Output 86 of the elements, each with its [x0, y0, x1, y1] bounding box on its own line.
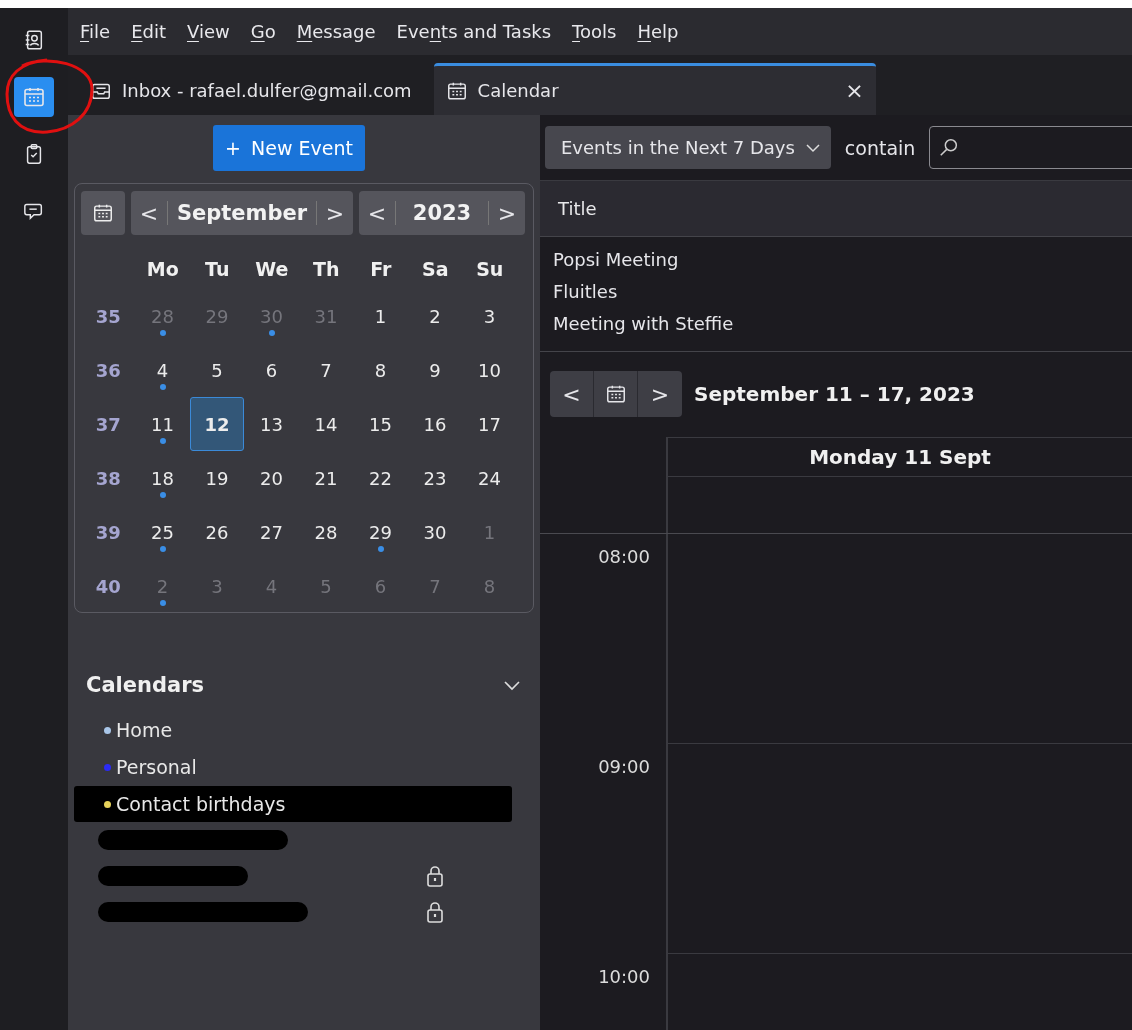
- today-button[interactable]: [81, 191, 125, 235]
- day-cell[interactable]: 7: [299, 343, 353, 397]
- tab[interactable]: Calendar ×: [433, 63, 876, 115]
- day-cell[interactable]: 8: [353, 343, 408, 397]
- hour-label: 10:00: [540, 954, 668, 1030]
- day-cell[interactable]: 14: [299, 397, 353, 451]
- day-cell[interactable]: 5: [190, 343, 244, 397]
- day-cell[interactable]: 30: [408, 505, 462, 559]
- weekday-label: Th: [312, 257, 341, 282]
- column-header[interactable]: Title: [558, 198, 597, 219]
- chevron-icon: [804, 142, 821, 153]
- week-number: 40: [94, 574, 122, 599]
- tab[interactable]: Inbox - rafael.dulfer@gmail.com: [78, 63, 424, 115]
- hour-label: 08:00: [540, 534, 668, 744]
- day-cell[interactable]: 26: [190, 505, 244, 559]
- week-number: 38: [94, 466, 122, 491]
- filter-label: contain: [844, 136, 916, 159]
- menu-item[interactable]: Go: [250, 21, 276, 42]
- weekday-label: Su: [475, 257, 505, 282]
- calendar-list-item[interactable]: Home: [74, 712, 512, 748]
- hour-label: 09:00: [540, 744, 668, 954]
- month-label: September: [167, 201, 317, 225]
- weekday-label: Mo: [145, 257, 180, 282]
- next-year-button[interactable]: >: [489, 191, 525, 235]
- day-cell[interactable]: 18: [135, 451, 190, 505]
- day-column-header: Monday 11 Sept: [668, 437, 1132, 477]
- day-cell[interactable]: 4: [135, 343, 190, 397]
- day-cell[interactable]: 25: [135, 505, 190, 559]
- event-row[interactable]: Meeting with Steffie: [553, 307, 1132, 339]
- week-number: 39: [94, 520, 122, 545]
- menu-item[interactable]: Help: [637, 21, 679, 42]
- next-week-button[interactable]: >: [638, 371, 682, 417]
- event-row[interactable]: Popsi Meeting: [553, 243, 1132, 275]
- menu-item[interactable]: Edit: [131, 21, 166, 42]
- calendar-list-item[interactable]: Contact birthdays: [74, 786, 512, 822]
- day-cell[interactable]: 6: [244, 343, 299, 397]
- day-cell[interactable]: 22: [353, 451, 408, 505]
- day-cell[interactable]: 16: [408, 397, 462, 451]
- menu-item[interactable]: Events and Tasks: [396, 21, 552, 42]
- week-number: 37: [94, 412, 122, 437]
- calendar-icon: [92, 202, 114, 224]
- year-label: 2023: [395, 201, 489, 225]
- day-cell[interactable]: 20: [244, 451, 299, 505]
- day-cell[interactable]: 1: [353, 289, 408, 343]
- day-cell[interactable]: 9: [408, 343, 462, 397]
- event-row[interactable]: Fluitles: [553, 275, 1132, 307]
- day-cell[interactable]: 29: [353, 505, 408, 559]
- menu-item[interactable]: Message: [296, 21, 376, 42]
- date-range-dropdown[interactable]: Events in the Next 7 Days: [545, 126, 831, 169]
- day-cell[interactable]: 3: [462, 289, 517, 343]
- calendars-heading: Calendars: [86, 673, 205, 697]
- previous-month-button[interactable]: <: [131, 191, 167, 235]
- calendar-icon: [22, 85, 46, 109]
- day-cell[interactable]: 2: [408, 289, 462, 343]
- menu-item[interactable]: View: [187, 21, 230, 42]
- day-cell[interactable]: 11: [135, 397, 190, 451]
- day-cell[interactable]: 10: [462, 343, 517, 397]
- day-cell[interactable]: 12: [190, 397, 244, 451]
- weekday-label: Tu: [204, 257, 231, 282]
- calendar-list-item[interactable]: Personal: [74, 749, 512, 785]
- day-cell[interactable]: 24: [462, 451, 517, 505]
- new-event-button[interactable]: + New Event: [213, 125, 365, 171]
- weekday-label: Fr: [369, 257, 393, 282]
- day-cell[interactable]: 19: [190, 451, 244, 505]
- menu-item[interactable]: Tools: [572, 21, 617, 42]
- previous-week-button[interactable]: <: [550, 371, 594, 417]
- day-cell[interactable]: 21: [299, 451, 353, 505]
- day-cell[interactable]: 13: [244, 397, 299, 451]
- day-cell[interactable]: 17: [462, 397, 517, 451]
- menu-item[interactable]: File: [80, 21, 111, 42]
- previous-year-button[interactable]: <: [359, 191, 395, 235]
- address-book-icon: [23, 29, 45, 51]
- day-cell[interactable]: 28: [299, 505, 353, 559]
- search-field[interactable]: [929, 126, 1132, 169]
- weekday-label: We: [254, 257, 290, 282]
- calendar-icon: [604, 383, 627, 405]
- next-month-button[interactable]: >: [317, 191, 353, 235]
- close-button[interactable]: ×: [845, 78, 864, 103]
- chevron-icon[interactable]: [502, 678, 522, 692]
- weekday-label: Sa: [421, 257, 450, 282]
- day-cell[interactable]: 27: [244, 505, 299, 559]
- week-number: 35: [94, 304, 122, 329]
- week-number: 36: [94, 358, 122, 383]
- day-cell[interactable]: 15: [353, 397, 408, 451]
- day-cell[interactable]: 23: [408, 451, 462, 505]
- week-range-title: September 11 – 17, 2023: [694, 382, 975, 406]
